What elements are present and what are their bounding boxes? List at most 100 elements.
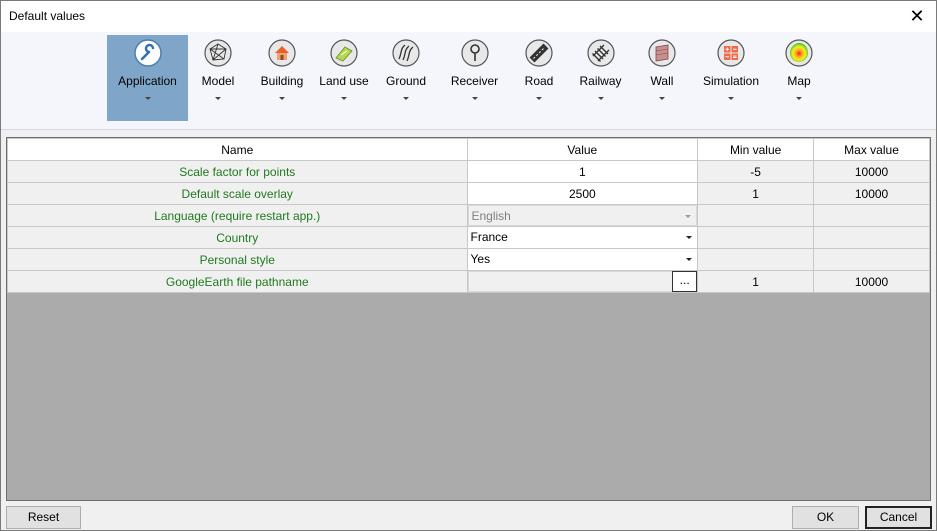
tool-label: Map [787,74,811,88]
chevron-down-icon [403,97,409,100]
railway-icon [586,39,615,67]
chevron-down-icon[interactable] [681,227,697,248]
land-use-icon [330,39,358,67]
default-values-dialog: Default values ✕ Application Model Build… [0,0,937,531]
chevron-down-icon [279,97,285,100]
properties-table: Name Value Min value Max value Scale fac… [7,138,930,293]
row-name: GoogleEarth file pathname [7,270,468,293]
table-row: GoogleEarth file pathname ... 1 10000 [7,270,930,293]
wrench-icon [133,39,162,67]
table-row: Personal style Yes [7,248,930,271]
row-name: Scale factor for points [7,160,468,183]
tool-label: Land use [319,74,369,88]
cancel-button[interactable]: Cancel [865,506,932,529]
row-name: Country [7,226,468,249]
chevron-down-icon [728,97,734,100]
tool-label: Railway [579,74,622,88]
row-min: 1 [697,270,815,293]
googleearth-path-input[interactable]: ... [467,271,698,292]
row-min [697,248,815,271]
scale-overlay-input[interactable]: 2500 [466,182,699,205]
tool-label: Building [260,74,304,88]
row-value: Yes [470,252,491,266]
tool-application[interactable]: Application [107,35,188,121]
row-max [813,204,930,227]
receiver-icon [460,39,489,67]
row-min [697,226,815,249]
country-cell: France [466,226,699,249]
language-cell: English [466,204,699,227]
row-max: 10000 [813,182,930,205]
googleearth-path-cell: ... [466,270,699,293]
column-header-min: Min value [697,138,815,161]
row-value: English [471,209,511,223]
tool-label: Wall [650,74,674,88]
title-bar: Default values ✕ [1,1,936,32]
properties-grid: Name Value Min value Max value Scale fac… [6,137,931,501]
personal-style-select[interactable]: Yes [468,249,698,270]
row-name: Language (require restart app.) [7,204,468,227]
tool-receiver[interactable]: Receiver [447,35,502,121]
column-header-value: Value [466,138,699,161]
tool-simulation[interactable]: Simulation [702,35,760,121]
chevron-down-icon [536,97,542,100]
column-header-max: Max value [813,138,930,161]
reset-button[interactable]: Reset [6,506,81,529]
house-icon [268,39,296,67]
chevron-down-icon [341,97,347,100]
calculator-icon [717,39,745,67]
row-name: Default scale overlay [7,182,468,205]
tool-map[interactable]: Map [779,35,819,121]
language-select: English [467,205,698,227]
chevron-down-icon [680,206,696,227]
country-select[interactable]: France [468,227,698,248]
tool-railway[interactable]: Railway [578,35,623,121]
tool-label: Simulation [702,74,760,88]
chevron-down-icon[interactable] [681,249,697,270]
chevron-down-icon [144,97,151,100]
row-max: 10000 [813,270,930,293]
ground-icon [392,39,420,67]
ok-button[interactable]: OK [792,506,859,529]
tool-label: Road [524,74,554,88]
tool-wall[interactable]: Wall [642,35,682,121]
table-row: Country France [7,226,930,249]
scale-factor-input[interactable]: 1 [466,160,699,183]
tool-label: Model [201,74,235,88]
table-row: Language (require restart app.) English [7,204,930,227]
category-toolbar: Application Model Building Land use Grou… [1,32,936,130]
table-row: Scale factor for points 1 -5 10000 [7,160,930,183]
table-header-row: Name Value Min value Max value [7,138,930,161]
chevron-down-icon [215,97,221,100]
tool-label: Receiver [450,74,499,88]
tool-building[interactable]: Building [256,35,308,121]
tool-ground[interactable]: Ground [381,35,431,121]
chevron-down-icon [471,97,478,100]
personal-style-cell: Yes [466,248,699,271]
column-header-name: Name [7,138,468,161]
tool-label: Application [118,74,177,88]
row-max: 10000 [813,160,930,183]
tool-model[interactable]: Model [194,35,242,121]
window-title: Default values [9,9,86,23]
close-icon[interactable]: ✕ [906,5,928,27]
tool-land-use[interactable]: Land use [318,35,370,121]
row-min: 1 [697,182,815,205]
mesh-icon [204,39,232,67]
row-max [813,248,930,271]
wall-icon [648,39,676,67]
chevron-down-icon [597,97,604,100]
row-max [813,226,930,249]
browse-button[interactable]: ... [672,271,698,292]
chevron-down-icon [659,97,665,100]
map-icon [785,39,813,67]
row-value: 2500 [568,186,596,201]
road-icon [525,39,553,67]
chevron-down-icon [796,97,802,100]
row-value: France [470,230,508,244]
row-value: 1 [578,164,586,179]
row-min: -5 [697,160,815,183]
row-min [697,204,815,227]
tool-label: Ground [385,74,427,88]
tool-road[interactable]: Road [519,35,559,121]
